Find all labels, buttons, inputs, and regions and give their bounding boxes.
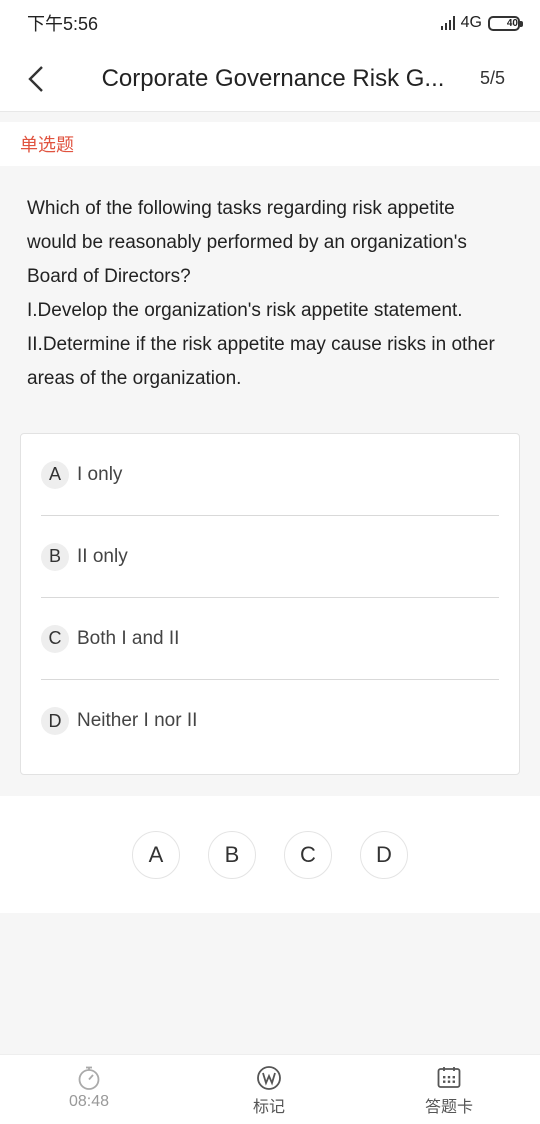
option-letter: C xyxy=(41,624,69,653)
answer-card-label: 答题卡 xyxy=(424,1099,473,1116)
question-area: Which of the following tasks regarding r… xyxy=(0,166,540,796)
stopwatch-icon xyxy=(78,1066,100,1090)
signal-icon xyxy=(440,16,455,30)
back-button[interactable] xyxy=(6,46,66,112)
network-type: 4G xyxy=(460,14,482,31)
mark-label: 标记 xyxy=(252,1099,285,1116)
choice-button-a[interactable]: A xyxy=(132,830,180,879)
option-text: Neither I nor II xyxy=(77,710,198,731)
status-bar: 下午5:56 4G 40 xyxy=(0,0,540,46)
choice-button-d[interactable]: D xyxy=(360,830,408,879)
bottom-bar: 08:48 标记 答题卡 xyxy=(0,1054,540,1124)
answer-card-tab[interactable]: 答题卡 xyxy=(404,1065,494,1117)
options-card: A I only B II only C Both I and II D Nei… xyxy=(20,433,520,775)
option-text: I only xyxy=(77,463,123,485)
chevron-left-icon xyxy=(28,65,43,92)
option-b[interactable]: B II only xyxy=(41,516,499,598)
question-text: Which of the following tasks regarding r… xyxy=(27,198,495,389)
option-text: Both I and II xyxy=(77,627,180,649)
timer-value: 08:48 xyxy=(68,1093,110,1110)
option-letter: A xyxy=(41,460,69,489)
option-text: II only xyxy=(77,545,128,567)
answer-choice-row: A B C D xyxy=(0,796,540,913)
mark-tab[interactable]: 标记 xyxy=(224,1065,314,1117)
choice-button-c[interactable]: C xyxy=(284,830,332,879)
battery-icon: 40 xyxy=(488,15,523,31)
option-a[interactable]: A I only xyxy=(41,434,499,516)
option-letter: D xyxy=(41,707,69,735)
question-counter: 5/5 xyxy=(480,68,506,88)
nav-bar: Corporate Governance Risk G... 5/5 xyxy=(0,46,540,112)
status-indicators: 4G 40 xyxy=(440,14,523,32)
battery-level: 40 xyxy=(506,17,518,29)
option-c[interactable]: C Both I and II xyxy=(41,598,499,680)
option-d[interactable]: D Neither I nor II xyxy=(41,680,499,762)
page-title: Corporate Governance Risk G... xyxy=(101,64,445,92)
answer-card-icon xyxy=(437,1067,461,1088)
choice-button-b[interactable]: B xyxy=(208,830,256,879)
option-letter: B xyxy=(41,542,69,571)
question-type-row: 单选题 xyxy=(0,122,540,166)
question-type-label: 单选题 xyxy=(20,135,74,155)
mark-icon xyxy=(257,1066,281,1090)
timer-tab[interactable]: 08:48 xyxy=(44,1065,134,1111)
status-time: 下午5:56 xyxy=(27,14,99,34)
